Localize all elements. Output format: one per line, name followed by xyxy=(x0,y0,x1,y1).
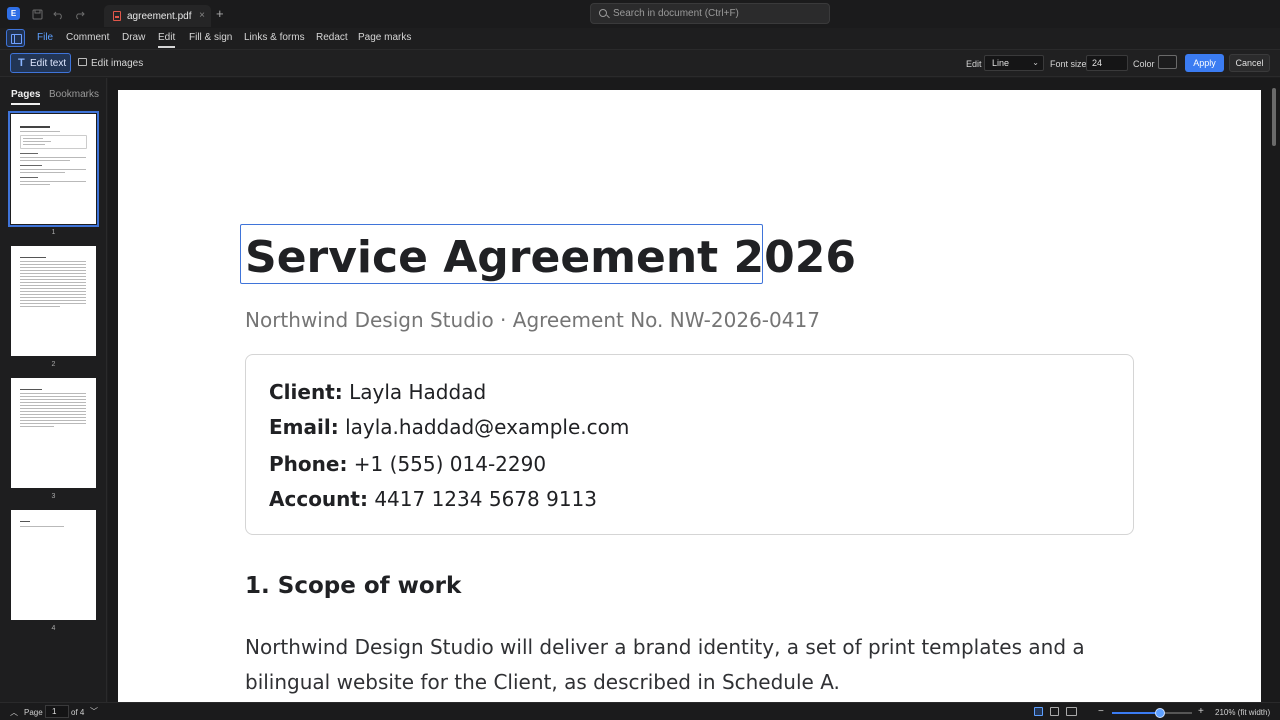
document-subtitle[interactable]: Northwind Design Studio · Agreement No. … xyxy=(245,308,820,332)
tab-pages[interactable]: Pages xyxy=(11,89,41,105)
image-icon xyxy=(78,58,87,66)
status-bar: ︿ Page 1 of 4 ﹀ − + 210% (fit width) xyxy=(0,702,1280,720)
vertical-scrollbar[interactable] xyxy=(1272,88,1276,146)
previous-page-icon[interactable]: ︿ xyxy=(10,707,18,718)
page-thumbnail-4[interactable] xyxy=(11,510,96,620)
edit-text-button[interactable]: T Edit text xyxy=(10,53,71,73)
menu-links-forms[interactable]: Links & forms xyxy=(244,32,305,43)
save-icon[interactable] xyxy=(30,7,44,21)
menu-bar: File Comment Draw Edit Fill & sign Links… xyxy=(0,28,1280,49)
page-number-input[interactable]: 1 xyxy=(45,705,69,718)
email-label: Email: xyxy=(269,415,339,439)
app-logo-icon: E xyxy=(7,7,20,20)
cancel-button[interactable]: Cancel xyxy=(1229,54,1270,72)
page-number-3: 3 xyxy=(51,493,56,500)
client-row[interactable]: Client: Layla Haddad xyxy=(269,380,486,404)
page-thumbnail-1[interactable] xyxy=(8,111,99,227)
two-page-view-icon[interactable] xyxy=(1066,707,1077,716)
page-count: of 4 xyxy=(71,708,85,717)
tab-bookmarks[interactable]: Bookmarks xyxy=(49,89,99,100)
client-value: Layla Haddad xyxy=(349,380,487,404)
menu-redact[interactable]: Redact xyxy=(316,32,348,43)
continuous-view-icon[interactable] xyxy=(1034,707,1043,716)
email-value: layla.haddad@example.com xyxy=(345,415,630,439)
document-viewer: Service Agreement 2026 Northwind Design … xyxy=(108,78,1280,702)
menu-page-marks[interactable]: Page marks xyxy=(358,32,411,43)
single-page-view-icon[interactable] xyxy=(1050,707,1059,716)
edit-toolbar: T Edit text Edit images Edit Line ⌄ Font… xyxy=(0,49,1280,77)
color-swatch[interactable] xyxy=(1158,55,1177,69)
search-input[interactable]: Search in document (Ctrl+F) xyxy=(590,3,830,24)
close-tab-icon[interactable]: × xyxy=(199,10,205,21)
font-size-label: Font size xyxy=(1050,59,1087,69)
edit-text-label: Edit text xyxy=(30,57,67,69)
zoom-slider[interactable] xyxy=(1112,708,1192,718)
new-tab-button[interactable]: + xyxy=(216,7,224,20)
chevron-down-icon: ⌄ xyxy=(1032,58,1039,67)
client-label: Client: xyxy=(269,380,343,404)
menu-comment[interactable]: Comment xyxy=(66,32,109,43)
redo-icon[interactable] xyxy=(72,7,86,21)
account-row[interactable]: Account: 4417 1234 5678 9113 xyxy=(269,487,597,511)
zoom-in-button[interactable]: + xyxy=(1198,706,1204,717)
apply-button[interactable]: Apply xyxy=(1185,54,1224,72)
document-title[interactable]: Service Agreement 2026 xyxy=(245,232,856,283)
next-page-icon[interactable]: ﹀ xyxy=(90,706,98,717)
zoom-out-button[interactable]: − xyxy=(1098,706,1104,717)
page-label: Page xyxy=(24,708,43,717)
menu-fill-sign[interactable]: Fill & sign xyxy=(189,32,232,43)
tab-title: agreement.pdf xyxy=(127,10,192,22)
pdf-file-icon xyxy=(113,11,121,21)
pages-sidebar: Pages Bookmarks 1 2 3 4 xyxy=(0,78,107,702)
menu-file[interactable]: File xyxy=(37,32,53,43)
zoom-slider-handle[interactable] xyxy=(1155,708,1165,718)
phone-label: Phone: xyxy=(269,452,348,476)
account-value: 4417 1234 5678 9113 xyxy=(374,487,597,511)
page-number-1: 1 xyxy=(51,229,56,236)
edit-mode-select[interactable]: Line ⌄ xyxy=(984,55,1044,71)
section-heading[interactable]: 1. Scope of work xyxy=(245,573,461,599)
scope-paragraph[interactable]: Northwind Design Studio will deliver a b… xyxy=(245,630,1145,700)
zoom-slider-fill xyxy=(1112,712,1160,714)
menu-draw[interactable]: Draw xyxy=(122,32,145,43)
page-number-2: 2 xyxy=(51,361,56,368)
title-bar: E agreement.pdf × + Search in document (… xyxy=(0,0,1280,28)
account-label: Account: xyxy=(269,487,368,511)
pdf-page: Service Agreement 2026 Northwind Design … xyxy=(118,90,1261,702)
page-thumbnail-2[interactable] xyxy=(11,246,96,356)
edit-mode-label: Edit xyxy=(966,59,982,69)
page-thumbnail-3[interactable] xyxy=(11,378,96,488)
edit-images-button[interactable]: Edit images xyxy=(78,53,143,73)
edit-images-label: Edit images xyxy=(91,57,144,69)
text-cursor-icon: T xyxy=(18,57,25,69)
page-number-4: 4 xyxy=(51,625,56,632)
edit-mode-value: Line xyxy=(992,58,1010,68)
color-label: Color xyxy=(1133,59,1155,69)
menu-edit[interactable]: Edit xyxy=(158,32,176,48)
sidebar-toggle-button[interactable] xyxy=(6,29,25,47)
zoom-level-label[interactable]: 210% (fit width) xyxy=(1215,708,1270,717)
document-tab[interactable]: agreement.pdf × xyxy=(104,5,211,27)
search-icon xyxy=(599,9,607,17)
client-info-box: Client: Layla Haddad Email: layla.haddad… xyxy=(245,354,1134,535)
phone-row[interactable]: Phone: +1 (555) 014-2290 xyxy=(269,452,546,476)
search-placeholder: Search in document (Ctrl+F) xyxy=(613,8,739,19)
phone-value: +1 (555) 014-2290 xyxy=(353,452,547,476)
undo-icon[interactable] xyxy=(51,7,65,21)
email-row[interactable]: Email: layla.haddad@example.com xyxy=(269,415,629,439)
font-size-input[interactable]: 24 xyxy=(1086,55,1128,71)
